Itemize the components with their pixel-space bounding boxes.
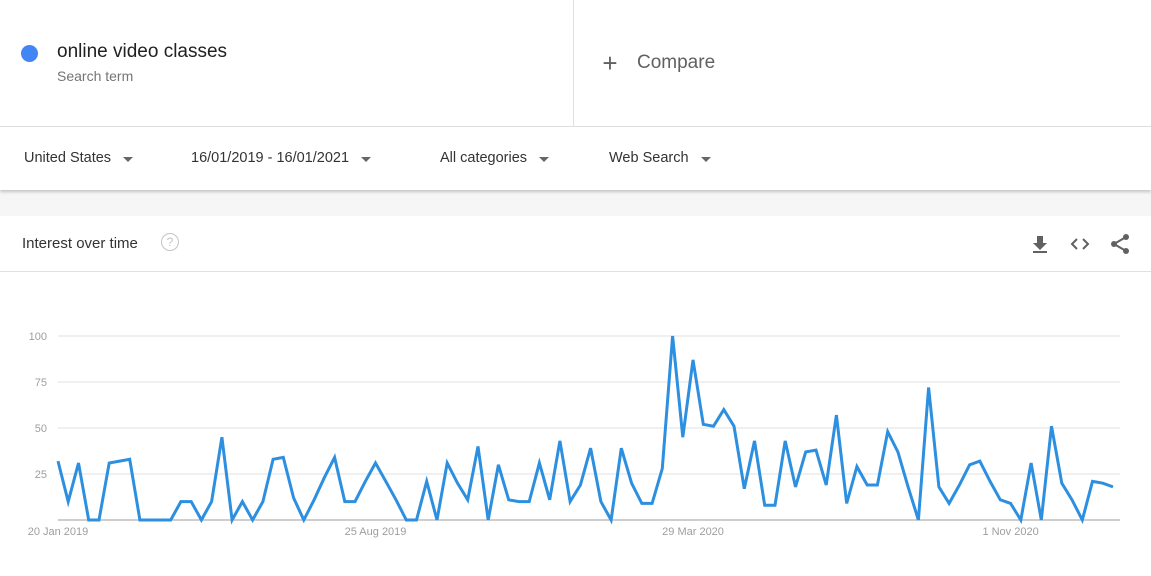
x-tick-label: 20 Jan 2019 xyxy=(28,526,89,538)
x-tick-label: 25 Aug 2019 xyxy=(345,526,407,538)
y-tick-label: 50 xyxy=(35,423,47,435)
interest-line-chart: 25 50 75 100 20 Jan 2019 25 Aug 2019 29 Mar 20… xyxy=(28,331,1120,538)
search-term-bar: online video classes Search term + Compa… xyxy=(0,0,1151,127)
compare-button[interactable]: + Compare xyxy=(599,48,716,78)
chevron-down-icon xyxy=(539,156,550,162)
x-tick-label: 1 Nov 2020 xyxy=(982,526,1038,538)
y-tick-label: 75 xyxy=(35,377,47,389)
x-tick-label: 29 Mar 2020 xyxy=(662,526,724,538)
search-type-value: Web Search xyxy=(609,150,689,166)
search-term-card[interactable]: online video classes Search term xyxy=(0,0,574,126)
category-dropdown[interactable]: All categories xyxy=(440,150,550,166)
y-tick-label: 25 xyxy=(35,469,47,481)
date-range-value: 16/01/2019 - 16/01/2021 xyxy=(191,150,350,166)
search-type-dropdown[interactable]: Web Search xyxy=(609,150,711,166)
date-range-dropdown[interactable]: 16/01/2019 - 16/01/2021 xyxy=(191,150,372,166)
chevron-down-icon xyxy=(123,156,134,162)
filter-bar: United States 16/01/2019 - 16/01/2021 Al… xyxy=(0,127,1151,190)
compare-label: Compare xyxy=(637,52,716,73)
series-color-dot xyxy=(21,45,38,62)
region-value: United States xyxy=(24,150,112,166)
plus-icon: + xyxy=(602,48,618,78)
category-value: All categories xyxy=(440,150,528,166)
region-dropdown[interactable]: United States xyxy=(24,150,134,166)
y-tick-label: 100 xyxy=(29,331,47,343)
search-term-name[interactable]: online video classes xyxy=(57,41,227,63)
chevron-down-icon xyxy=(700,156,711,162)
interest-over-time-card: Interest over time ? 25 50 75 100 20 Jan 201… xyxy=(0,216,1151,576)
chevron-down-icon xyxy=(361,156,372,162)
search-term-subtitle: Search term xyxy=(57,68,134,84)
